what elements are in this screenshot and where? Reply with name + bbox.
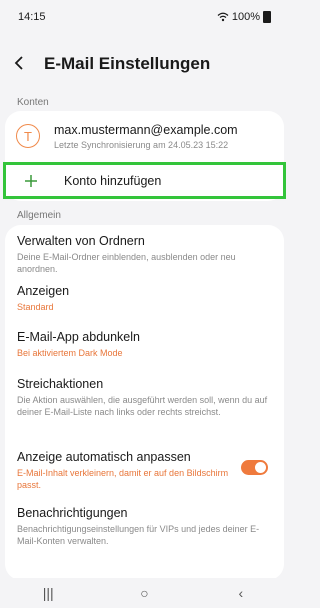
home-icon[interactable]: ○ (124, 585, 164, 601)
item-title: Streichaktionen (17, 377, 104, 391)
avatar: T (16, 124, 40, 148)
account-item[interactable]: T max.mustermann@example.com Letzte Sync… (5, 111, 284, 161)
settings-item-auto-fit[interactable]: Anzeige automatisch anpassen E-Mail-Inha… (5, 445, 284, 500)
section-label-accounts: Konten (17, 97, 49, 108)
status-indicators: 100% (217, 11, 271, 23)
item-description: Die Aktion auswählen, die ausgeführt wer… (17, 395, 268, 417)
recents-icon[interactable]: ||| (28, 585, 68, 601)
status-bar: 14:15 100% (0, 0, 289, 34)
settings-item-notifications[interactable]: Benachrichtigungen Benachrichtigungseins… (5, 500, 284, 547)
general-card: Verwalten von Ordnern Deine E-Mail-Ordne… (5, 225, 284, 580)
settings-item-display[interactable]: Anzeigen Standard (5, 279, 284, 325)
settings-item-manage-folders[interactable]: Verwalten von Ordnern Deine E-Mail-Ordne… (5, 225, 284, 279)
item-description: E-Mail-Inhalt verkleinern, damit er auf … (17, 468, 229, 490)
add-account-label: Konto hinzufügen (64, 173, 162, 188)
battery-icon (263, 11, 271, 23)
item-title: Anzeigen (17, 284, 70, 298)
back-arrow-icon[interactable] (14, 54, 40, 74)
toggle-knob (255, 462, 266, 473)
battery-percent: 100% (231, 11, 260, 23)
app-header: E-Mail Einstellungen (0, 48, 289, 80)
item-value: Standard (17, 302, 54, 312)
status-time: 14:15 (18, 11, 46, 23)
account-text: max.mustermann@example.com Letzte Synchr… (54, 123, 238, 150)
item-text: Anzeige automatisch anpassen E-Mail-Inha… (17, 450, 237, 491)
item-title: Verwalten von Ordnern (17, 234, 145, 248)
account-email: max.mustermann@example.com (54, 122, 238, 137)
item-description: Benachrichtigungseinstellungen für VIPs … (17, 524, 260, 546)
section-label-general: Allgemein (17, 210, 61, 221)
item-description: Deine E-Mail-Ordner einblenden, ausblend… (17, 252, 236, 274)
item-title: E-Mail-App abdunkeln (17, 330, 140, 344)
nav-back-icon[interactable]: ‹ (221, 585, 261, 601)
plus-icon (20, 172, 42, 190)
settings-item-dark-mode[interactable]: E-Mail-App abdunkeln Bei aktiviertem Dar… (5, 325, 284, 372)
system-navbar: ||| ○ ‹ (0, 578, 289, 608)
item-title: Benachrichtigungen (17, 506, 128, 520)
auto-fit-toggle[interactable] (241, 460, 268, 475)
page-title: E-Mail Einstellungen (44, 54, 211, 73)
settings-item-swipe-actions[interactable]: Streichaktionen Die Aktion auswählen, di… (5, 372, 284, 445)
item-title: Anzeige automatisch anpassen (17, 450, 191, 464)
item-value: Bei aktiviertem Dark Mode (17, 348, 123, 358)
add-account-button[interactable]: Konto hinzufügen (3, 162, 286, 199)
wifi-icon (217, 12, 229, 22)
account-sync-status: Letzte Synchronisierung am 24.05.23 15:2… (54, 139, 229, 150)
